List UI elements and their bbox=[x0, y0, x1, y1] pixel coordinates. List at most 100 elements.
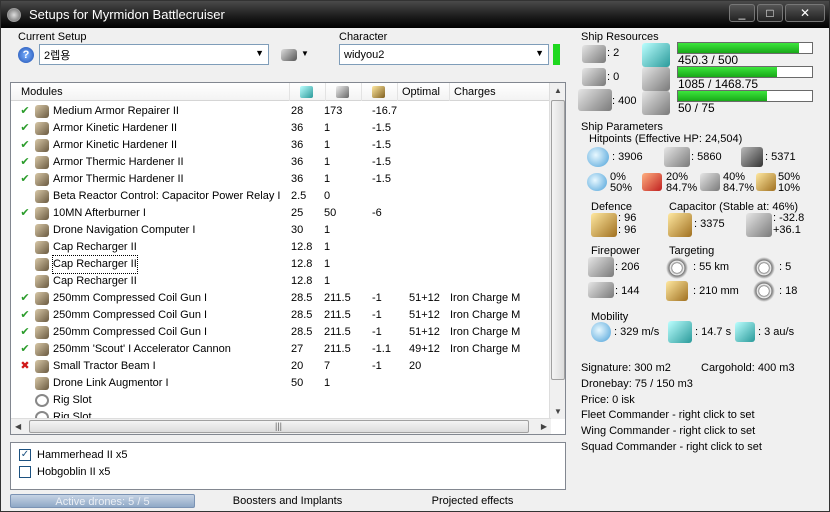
module-powergrid: 50 bbox=[324, 207, 337, 219]
target-range-value: : 55 km bbox=[693, 261, 730, 273]
setup-menu-button[interactable]: ▼ bbox=[279, 47, 311, 63]
drone-item[interactable]: Hobgoblin II x5 bbox=[17, 465, 317, 480]
close-button[interactable]: ✕ bbox=[785, 4, 825, 22]
module-row[interactable]: Cap Recharger II 12.8 1 bbox=[11, 273, 551, 290]
minimize-button[interactable]: _ bbox=[729, 4, 755, 22]
module-capacitor: -1.5 bbox=[372, 173, 391, 185]
drone-checkbox[interactable]: ✓ bbox=[19, 449, 31, 461]
module-cpu: 27 bbox=[291, 343, 304, 355]
active-state-icon[interactable]: ✔ bbox=[19, 120, 31, 137]
railgun-icon bbox=[35, 292, 49, 305]
character-select[interactable]: widyou2 ▼ bbox=[339, 44, 549, 65]
module-powergrid: 1 bbox=[324, 275, 331, 287]
em-resist-icon bbox=[587, 173, 607, 191]
module-row[interactable]: ✔ Armor Thermic Hardener II 36 1 -1.5 bbox=[11, 171, 551, 188]
scan-resolution-icon bbox=[666, 281, 688, 301]
cargohold-text: Cargohold: 400 m3 bbox=[701, 362, 795, 374]
module-capacitor: -16.7 bbox=[372, 105, 398, 117]
module-name: Cap Recharger II bbox=[52, 255, 138, 274]
column-header-modules[interactable]: Modules bbox=[11, 83, 290, 101]
module-optimal: 51+12 bbox=[409, 326, 440, 338]
active-state-icon[interactable]: ✔ bbox=[19, 341, 31, 358]
module-row[interactable]: ✔ Armor Kinetic Hardener II 36 1 -1.5 bbox=[11, 137, 551, 154]
module-capacitor: -6 bbox=[372, 207, 382, 219]
active-state-icon[interactable]: ✔ bbox=[19, 171, 31, 188]
dronebay-text: Dronebay: 75 / 150 m3 bbox=[581, 378, 693, 390]
vertical-scrollbar[interactable]: ▲ ▼ bbox=[549, 83, 565, 419]
module-row[interactable]: Beta Reactor Control: Capacitor Power Re… bbox=[11, 188, 551, 205]
module-capacitor: -1.1 bbox=[372, 343, 391, 355]
scroll-left-icon[interactable]: ◀ bbox=[15, 422, 21, 431]
calibration-bar-fill bbox=[678, 91, 767, 101]
maximize-button[interactable]: □ bbox=[757, 4, 783, 22]
module-row[interactable]: Drone Navigation Computer I 30 1 bbox=[11, 222, 551, 239]
speed-icon bbox=[591, 322, 611, 342]
window-title: Setups for Myrmidon Battlecruiser bbox=[29, 7, 225, 22]
module-row[interactable]: Drone Link Augmentor I 50 1 bbox=[11, 375, 551, 392]
em-resist-bottom: 50% bbox=[610, 182, 633, 194]
drone-checkbox[interactable] bbox=[19, 466, 31, 478]
module-row[interactable]: ✔ 250mm 'Scout' I Accelerator Cannon 27 211… bbox=[11, 341, 551, 358]
structure-hp-value: : 5371 bbox=[765, 151, 796, 163]
active-state-icon[interactable]: ✔ bbox=[19, 103, 31, 120]
tab-projected-effects[interactable]: Projected effects bbox=[390, 494, 555, 508]
tab-boosters-implants[interactable]: Boosters and Implants bbox=[205, 494, 370, 508]
module-cpu: 12.8 bbox=[291, 241, 313, 253]
column-header-capacitor[interactable] bbox=[362, 83, 398, 101]
drone-item[interactable]: ✓ Hammerhead II x5 bbox=[17, 448, 317, 463]
railgun-icon bbox=[35, 343, 49, 356]
column-header-powergrid[interactable] bbox=[326, 83, 362, 101]
align-time-icon bbox=[668, 321, 692, 343]
module-capacitor: -1.5 bbox=[372, 122, 391, 134]
drone-bandwidth-icon bbox=[578, 89, 612, 111]
vertical-scroll-thumb[interactable] bbox=[551, 100, 565, 380]
active-state-icon[interactable]: ✔ bbox=[19, 154, 31, 171]
column-header-cpu[interactable] bbox=[290, 83, 326, 101]
module-row[interactable]: Rig Slot bbox=[11, 392, 551, 409]
chevron-down-icon: ▼ bbox=[535, 48, 544, 58]
horizontal-scroll-thumb[interactable]: ||| bbox=[29, 420, 529, 433]
tab-active-drones[interactable]: Active drones: 5 / 5 bbox=[10, 494, 195, 508]
fleet-commander-slot[interactable]: Fleet Commander - right click to set bbox=[581, 409, 755, 421]
column-header-optimal[interactable]: Optimal bbox=[398, 83, 450, 101]
max-targets-value: : 5 bbox=[779, 261, 792, 273]
current-setup-label: Current Setup bbox=[18, 31, 87, 43]
cpu-icon bbox=[300, 86, 313, 98]
module-row[interactable]: ✔ Armor Thermic Hardener II 36 1 -1.5 bbox=[11, 154, 551, 171]
module-powergrid: 1 bbox=[324, 122, 331, 134]
setup-select[interactable]: 2렙용 ▼ bbox=[39, 44, 269, 65]
armor-repairer-icon bbox=[35, 105, 49, 118]
module-row[interactable]: ✔ 250mm Compressed Coil Gun I 28.5 211.5 -1 5… bbox=[11, 324, 551, 341]
active-state-icon[interactable]: ✔ bbox=[19, 290, 31, 307]
column-header-charges[interactable]: Charges bbox=[450, 83, 551, 101]
module-cpu: 50 bbox=[291, 377, 304, 389]
scroll-down-icon[interactable]: ▼ bbox=[554, 407, 562, 416]
active-state-icon[interactable]: ✔ bbox=[19, 307, 31, 324]
rig-slot-icon bbox=[35, 394, 49, 407]
module-row[interactable]: ✔ 250mm Compressed Coil Gun I 28.5 211.5 -1 5… bbox=[11, 307, 551, 324]
modules-list[interactable]: Modules Optimal Charges ✔ Medium Armor Re… bbox=[10, 82, 566, 435]
module-row[interactable]: ✔ 250mm Compressed Coil Gun I 28.5 211.5 -1 5… bbox=[11, 290, 551, 307]
active-state-icon[interactable]: ✔ bbox=[19, 137, 31, 154]
scroll-up-icon[interactable]: ▲ bbox=[554, 86, 562, 95]
drones-list: ✓ Hammerhead II x5 Hobgoblin II x5 bbox=[10, 442, 566, 490]
module-row[interactable]: Cap Recharger II 12.8 1 bbox=[11, 239, 551, 256]
module-row[interactable]: ✖ Small Tractor Beam I 20 7 -1 20 bbox=[11, 358, 551, 375]
module-row[interactable]: ✔ Armor Kinetic Hardener II 36 1 -1.5 bbox=[11, 120, 551, 137]
module-row[interactable]: ✔ Medium Armor Repairer II 28 173 -16.7 bbox=[11, 103, 551, 120]
module-row[interactable]: ✔ 10MN Afterburner I 25 50 -6 bbox=[11, 205, 551, 222]
active-state-icon[interactable]: ✔ bbox=[19, 205, 31, 222]
modules-header: Modules Optimal Charges bbox=[11, 83, 551, 101]
bottom-tabs: Active drones: 5 / 5 Boosters and Implan… bbox=[10, 494, 566, 509]
thermal-resist-bottom: 84.7% bbox=[666, 182, 698, 194]
module-powergrid: 1 bbox=[324, 377, 331, 389]
scroll-right-icon[interactable]: ▶ bbox=[541, 422, 547, 431]
squad-commander-slot[interactable]: Squad Commander - right click to set bbox=[581, 441, 762, 453]
powergrid-value: 1085 / 1468.75 bbox=[678, 77, 759, 91]
active-state-icon[interactable]: ✔ bbox=[19, 324, 31, 341]
wing-commander-slot[interactable]: Wing Commander - right click to set bbox=[581, 425, 755, 437]
help-icon[interactable]: ? bbox=[18, 47, 34, 63]
offline-state-icon[interactable]: ✖ bbox=[19, 358, 31, 375]
horizontal-scrollbar[interactable]: ◀ ||| ▶ bbox=[11, 418, 551, 434]
module-row[interactable]: Cap Recharger II 12.8 1 bbox=[11, 255, 551, 274]
